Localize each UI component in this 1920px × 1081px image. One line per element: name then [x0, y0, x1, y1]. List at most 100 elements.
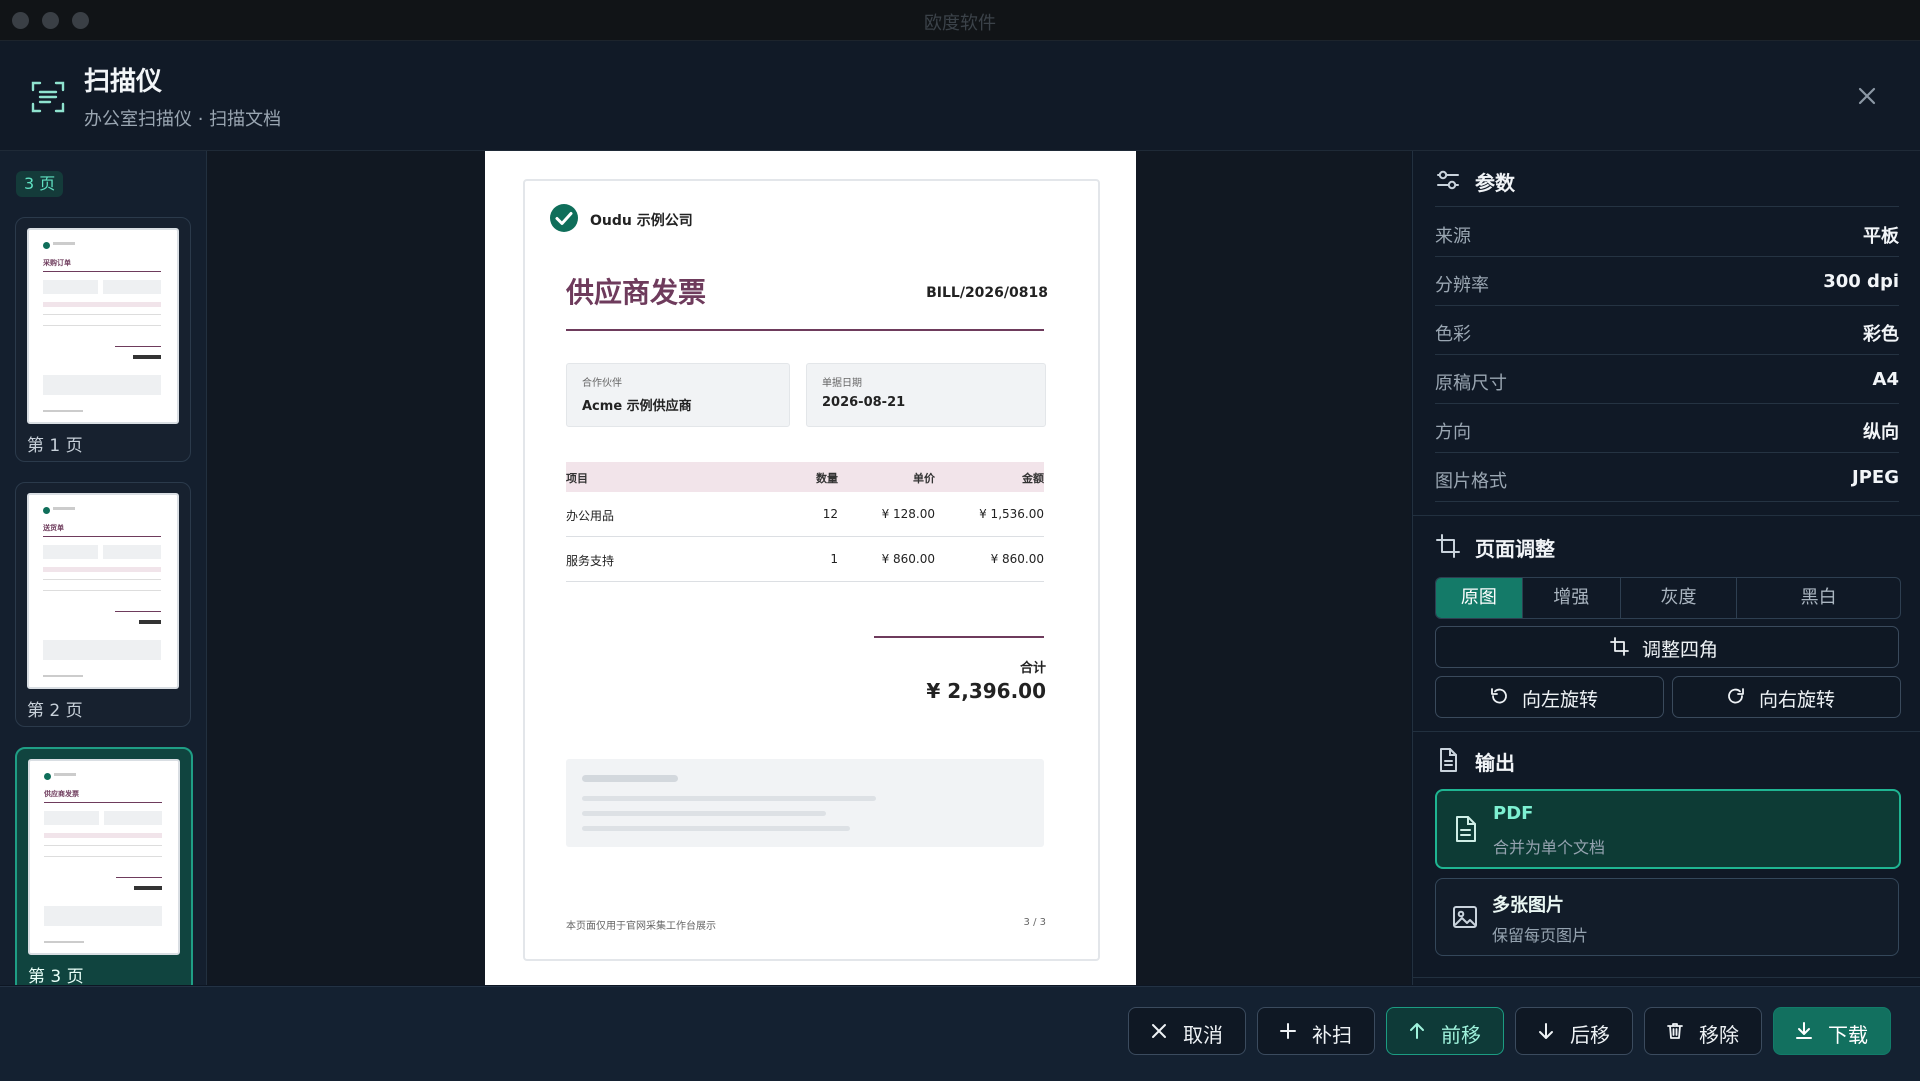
page-title: 扫描仪	[84, 67, 163, 97]
move-up-button[interactable]: 前移	[1386, 1007, 1504, 1055]
remove-label: 移除	[1699, 1023, 1739, 1047]
output-option-desc: 合并为单个文档	[1493, 838, 1606, 857]
title-divider	[566, 329, 1044, 331]
param-key: 来源	[1435, 226, 1471, 247]
rotate-right-button[interactable]: 向右旋转	[1672, 676, 1901, 718]
adjust-title: 页面调整	[1475, 537, 1555, 561]
document-preview: Oudu 示例公司 供应商发票 BILL/2026/0818 合作伙伴 Acme…	[523, 179, 1100, 961]
page-thumbnail-3[interactable]: 供应商发票 第 3 页	[15, 747, 193, 985]
cancel-label: 取消	[1183, 1023, 1223, 1047]
param-row-orientation: 方向 纵向	[1435, 404, 1899, 453]
crop-icon	[1436, 534, 1460, 558]
move-down-button[interactable]: 后移	[1515, 1007, 1633, 1055]
date-label: 单据日期	[822, 378, 862, 389]
arrow-up-icon	[1410, 1023, 1424, 1039]
output-option-title: 多张图片	[1492, 895, 1564, 916]
table-header-price: 单价	[913, 472, 935, 485]
adjust-corners-button[interactable]: 调整四角	[1435, 626, 1899, 668]
rotate-right-icon	[1728, 688, 1744, 704]
color-mode-selector: 原图 增强 灰度 黑白	[1435, 577, 1901, 619]
partner-value: Acme 示例供应商	[582, 399, 692, 414]
crop-icon	[1610, 637, 1629, 656]
section-divider	[1413, 731, 1920, 732]
close-icon[interactable]	[1852, 81, 1882, 111]
param-key: 分辨率	[1435, 275, 1489, 296]
params-title: 参数	[1475, 171, 1515, 195]
section-divider	[1413, 515, 1920, 516]
page-thumbnail-image: 供应商发票	[28, 759, 180, 955]
table-cell: ¥ 128.00	[881, 507, 935, 521]
param-row-format: 图片格式 JPEG	[1435, 453, 1899, 502]
notes-placeholder	[566, 759, 1044, 847]
output-title: 输出	[1475, 751, 1515, 775]
table-header: 项目 数量 单价 金额	[566, 462, 1044, 492]
total-divider	[874, 636, 1044, 638]
table-cell: 1	[830, 552, 838, 566]
table-header-qty: 数量	[816, 472, 838, 485]
window-title: 欧度软件	[924, 13, 996, 34]
page-thumbnail-1[interactable]: 采购订单 第 1 页	[15, 217, 191, 462]
cancel-button[interactable]: 取消	[1128, 1007, 1246, 1055]
adjust-corners-label: 调整四角	[1642, 639, 1719, 661]
trash-icon	[1667, 1023, 1683, 1039]
table-cell: 12	[822, 507, 838, 521]
table-row: 办公用品 12 ¥ 128.00 ¥ 1,536.00	[566, 492, 1044, 537]
rotate-left-button[interactable]: 向左旋转	[1435, 676, 1664, 718]
rotate-left-icon	[1491, 688, 1507, 704]
param-key: 色彩	[1435, 324, 1471, 345]
scanned-page: Oudu 示例公司 供应商发票 BILL/2026/0818 合作伙伴 Acme…	[485, 151, 1136, 985]
partner-label: 合作伙伴	[582, 378, 622, 389]
download-label: 下载	[1828, 1023, 1868, 1047]
total-value: ¥ 2,396.00	[926, 679, 1046, 703]
page-sidebar: 3 页 采购订单 第 1 页 送货单 第 2 页 供应商发票 第 3 页	[0, 151, 207, 985]
param-value: A4	[1872, 369, 1899, 390]
rescan-button[interactable]: 补扫	[1257, 1007, 1375, 1055]
param-value: 纵向	[1863, 422, 1899, 443]
param-row-color: 色彩 彩色	[1435, 306, 1899, 355]
scan-icon	[31, 81, 65, 113]
mode-enhance[interactable]: 增强	[1523, 578, 1621, 618]
table-row: 服务支持 1 ¥ 860.00 ¥ 860.00	[566, 537, 1044, 582]
page-indicator: 3 / 3	[1023, 917, 1046, 928]
thumb-doc-title: 供应商发票	[44, 790, 79, 798]
document-number: BILL/2026/0818	[926, 285, 1048, 301]
mode-grayscale[interactable]: 灰度	[1621, 578, 1738, 618]
mode-bw[interactable]: 黑白	[1737, 578, 1900, 618]
param-key: 原稿尺寸	[1435, 373, 1507, 394]
app-header: 扫描仪 办公室扫描仪 · 扫描文档	[0, 41, 1920, 151]
param-value: JPEG	[1852, 467, 1899, 488]
param-key: 方向	[1435, 422, 1471, 443]
move-up-label: 前移	[1441, 1023, 1481, 1047]
sliders-icon	[1437, 170, 1459, 190]
settings-panel: 参数 来源 平板 分辨率 300 dpi 色彩 彩色 原稿尺寸 A4 方向 纵向…	[1412, 151, 1920, 985]
date-value: 2026-08-21	[822, 395, 906, 410]
table-cell: ¥ 860.00	[990, 552, 1044, 566]
page-thumbnail-2[interactable]: 送货单 第 2 页	[15, 482, 191, 727]
check-circle-icon	[550, 204, 578, 232]
total-label: 合计	[1019, 661, 1046, 676]
move-down-label: 后移	[1570, 1023, 1610, 1047]
action-bar: 取消 补扫 前移 后移 移除 下载	[0, 986, 1920, 1081]
document-title: 供应商发票	[566, 276, 707, 309]
thumb-doc-title: 送货单	[43, 524, 64, 532]
plus-icon	[1280, 1023, 1296, 1039]
close-icon	[1152, 1024, 1166, 1038]
footer-note: 本页面仅用于官网采集工作台展示	[566, 921, 716, 932]
section-divider	[1413, 977, 1920, 978]
page-thumbnail-label: 第 1 页	[27, 436, 83, 456]
table-header-item: 项目	[566, 472, 588, 485]
param-value: 300 dpi	[1823, 271, 1899, 292]
output-option-images[interactable]: 多张图片 保留每页图片	[1435, 878, 1899, 956]
table-cell: 服务支持	[566, 554, 615, 568]
param-row-size: 原稿尺寸 A4	[1435, 355, 1899, 404]
mode-original[interactable]: 原图	[1436, 578, 1523, 618]
output-option-pdf[interactable]: PDF 合并为单个文档	[1435, 789, 1901, 869]
divider	[1435, 206, 1899, 207]
output-option-title: PDF	[1493, 803, 1534, 824]
page-thumbnail-image: 采购订单	[27, 228, 179, 424]
download-button[interactable]: 下载	[1773, 1007, 1891, 1055]
remove-button[interactable]: 移除	[1644, 1007, 1762, 1055]
param-key: 图片格式	[1435, 471, 1507, 492]
page-subtitle: 办公室扫描仪 · 扫描文档	[84, 109, 282, 130]
param-value: 彩色	[1863, 324, 1899, 345]
